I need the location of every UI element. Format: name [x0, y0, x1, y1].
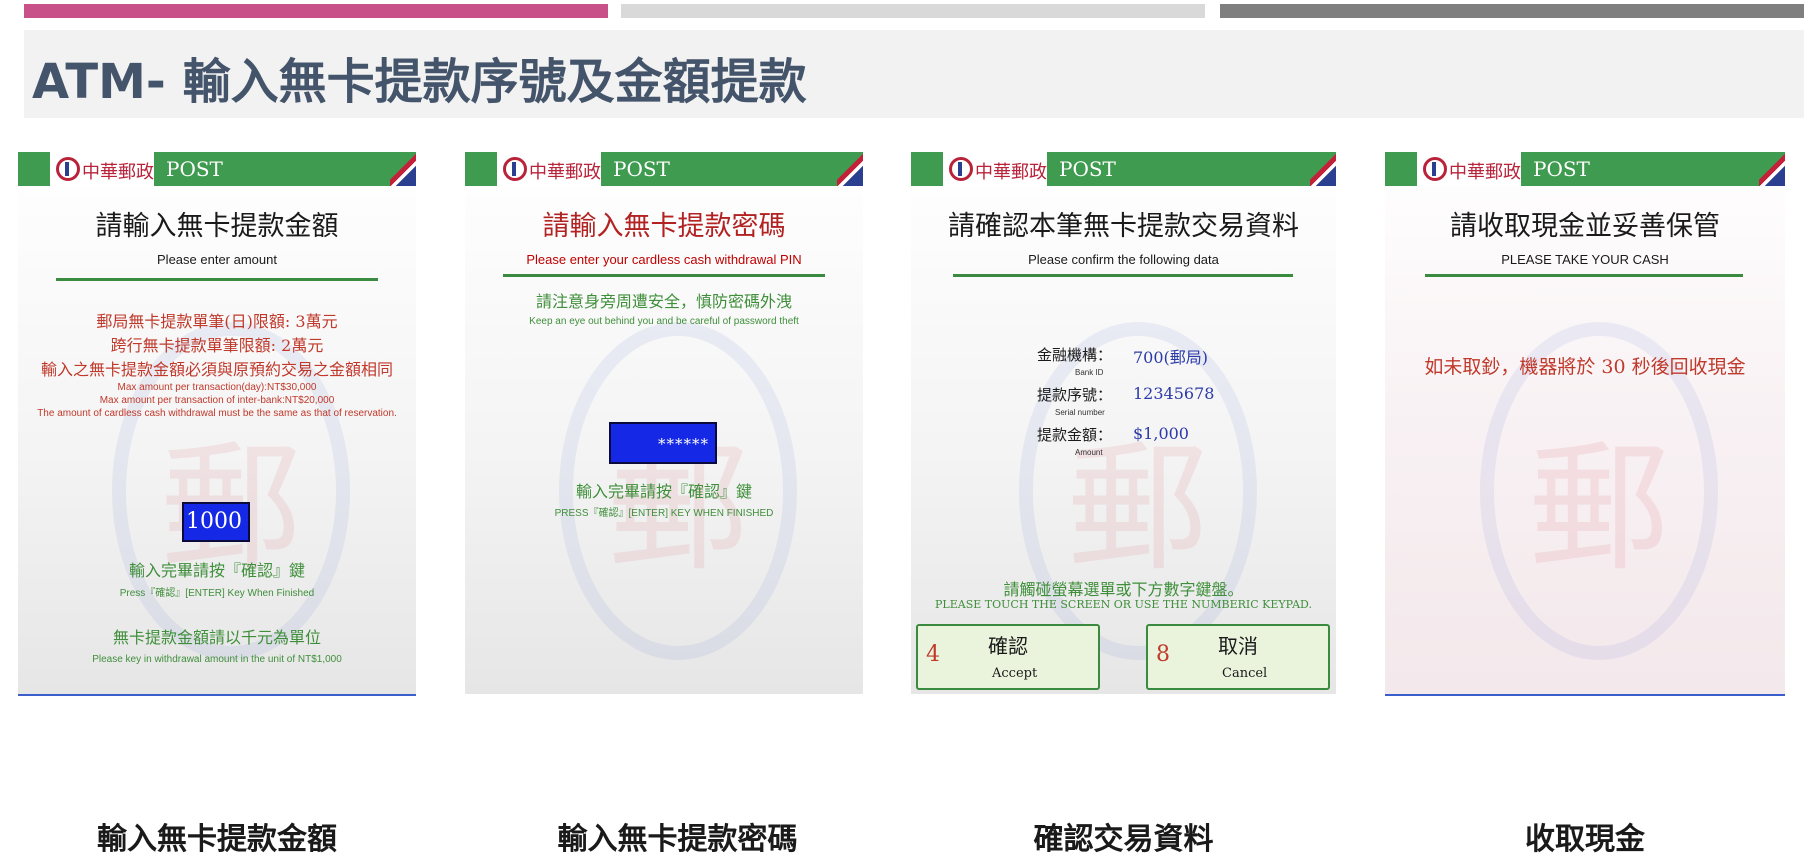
touch-instruction: 請觸碰螢幕選單或下方數字鍵盤。: [1003, 580, 1244, 599]
post-emblem-icon: [503, 157, 527, 181]
header-stripe: [1310, 152, 1336, 186]
divider: [56, 278, 378, 281]
detail-value-bank: 700(郵局): [1133, 348, 1209, 367]
note-line: 跨行無卡提款單筆限額: 2萬元: [110, 336, 324, 355]
touch-instruction-en: PLEASE TOUCH THE SCREEN OR USE THE NUMBE…: [935, 598, 1312, 611]
detail-label-bank: 金融機構：: [1037, 346, 1113, 364]
enter-instruction: 輸入完畢請按『確認』鍵: [128, 561, 305, 580]
cash-retract-notice: 如未取鈔，機器將於 30 秒後回收現金: [1424, 356, 1746, 378]
post-label: POST: [166, 157, 223, 181]
note-line-en: Max amount per transaction(day):NT$30,00…: [117, 382, 317, 393]
caption-step-2: 輸入無卡提款密碼: [557, 822, 798, 857]
pin-input[interactable]: ******: [609, 422, 717, 464]
atm-header: 中華郵政 POST: [1385, 152, 1785, 186]
screen-subheading: Please confirm the following data: [1028, 252, 1219, 267]
unit-instruction: 無卡提款金額請以千元為單位: [112, 628, 321, 647]
post-emblem-icon: [56, 157, 80, 181]
enter-instruction-en: PRESS『確認』[ENTER] KEY WHEN FINISHED: [554, 508, 774, 519]
cancel-key-number: 8: [1156, 642, 1170, 667]
accept-key-number: 4: [926, 642, 940, 667]
atm-screen-enter-amount: 中華郵政 POST 請輸入無卡提款金額 Please enter amount …: [18, 152, 416, 696]
post-label: POST: [613, 157, 670, 181]
amount-input[interactable]: 1000: [182, 502, 250, 542]
post-logo: 中華郵政: [1419, 152, 1521, 186]
atm-screen-take-cash: 中華郵政 POST 請收取現金並妥善保管 PLEASE TAKE YOUR CA…: [1385, 152, 1785, 696]
header-stripe: [837, 152, 863, 186]
enter-instruction: 輸入完畢請按『確認』鍵: [575, 482, 752, 501]
detail-value-amount: $1,000: [1133, 424, 1189, 443]
divider: [1425, 274, 1743, 277]
note-line: 輸入之無卡提款金額必須與原預約交易之金額相同: [40, 360, 393, 379]
progress-bar-step-3: [1220, 4, 1804, 18]
screen-subheading: Please enter amount: [157, 252, 277, 267]
screen-heading: 請輸入無卡提款密碼: [542, 211, 786, 242]
post-label: POST: [1533, 157, 1590, 181]
header-stripe: [390, 152, 416, 186]
post-label: POST: [1059, 157, 1116, 181]
screen-subheading: PLEASE TAKE YOUR CASH: [1501, 252, 1669, 267]
unit-instruction-en: Please key in withdrawal amount in the u…: [92, 654, 342, 665]
screen-subheading: Please enter your cardless cash withdraw…: [526, 252, 802, 267]
security-warning: 請注意身旁周遭安全，慎防密碼外洩: [535, 292, 792, 311]
note-line-en: Max amount per transaction of inter-bank…: [99, 395, 335, 406]
caption-step-1: 輸入無卡提款金額: [97, 822, 337, 857]
detail-label-bank-en: Bank ID: [1075, 368, 1104, 377]
cancel-button[interactable]: 8 取消 Cancel: [1146, 624, 1330, 690]
enter-instruction-en: Press『確認』[ENTER] Key When Finished: [119, 588, 315, 599]
post-logo: 中華郵政: [499, 152, 601, 186]
detail-value-serial: 12345678: [1133, 384, 1215, 403]
divider: [503, 274, 825, 277]
progress-bar-step-1: [24, 4, 608, 18]
accept-button[interactable]: 4 確認 Accept: [916, 624, 1100, 690]
atm-screen-enter-pin: 中華郵政 POST 請輸入無卡提款密碼 Please enter your ca…: [465, 152, 863, 694]
accept-label: 確認: [988, 634, 1028, 658]
post-emblem-icon: [1423, 157, 1447, 181]
post-logo: 中華郵政: [52, 152, 154, 186]
progress-bar-step-2: [621, 4, 1205, 18]
screen-heading: 請輸入無卡提款金額: [95, 211, 339, 242]
detail-label-serial: 提款序號：: [1037, 386, 1113, 404]
cancel-label: 取消: [1218, 634, 1258, 658]
note-line-en: The amount of cardless cash withdrawal m…: [37, 408, 397, 419]
detail-label-amount-en: Amount: [1075, 448, 1103, 457]
screen-heading: 請收取現金並妥善保管: [1450, 211, 1720, 242]
page-title: ATM- 輸入無卡提款序號及金額提款: [32, 54, 807, 110]
atm-header: 中華郵政 POST: [911, 152, 1336, 186]
caption-step-3: 確認交易資料: [1033, 822, 1214, 857]
caption-step-4: 收取現金: [1525, 822, 1645, 857]
cancel-label-en: Cancel: [1222, 666, 1268, 681]
atm-screen-confirm: 中華郵政 POST 請確認本筆無卡提款交易資料 Please confirm t…: [911, 152, 1336, 694]
note-line: 郵局無卡提款單筆(日)限額: 3萬元: [96, 312, 338, 331]
divider: [953, 274, 1293, 277]
atm-header: 中華郵政 POST: [18, 152, 416, 186]
post-emblem-icon: [949, 157, 973, 181]
detail-label-amount: 提款金額：: [1037, 426, 1113, 444]
atm-header: 中華郵政 POST: [465, 152, 863, 186]
security-warning-en: Keep an eye out behind you and be carefu…: [529, 316, 799, 327]
header-stripe: [1759, 152, 1785, 186]
accept-label-en: Accept: [992, 666, 1038, 681]
post-logo: 中華郵政: [945, 152, 1047, 186]
screen-heading: 請確認本筆無卡提款交易資料: [948, 211, 1299, 242]
detail-label-serial-en: Serial number: [1055, 408, 1105, 417]
